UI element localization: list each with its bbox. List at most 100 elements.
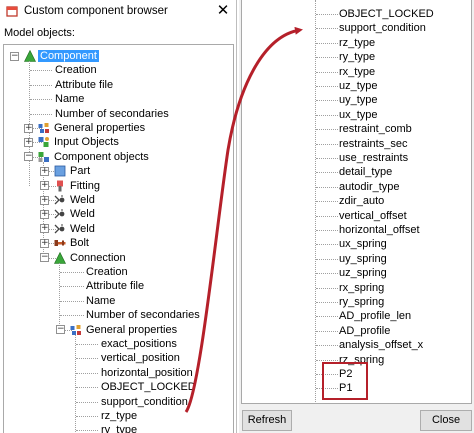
property-list-item[interactable]: rz_type — [339, 36, 375, 50]
expand-node-button[interactable]: + — [40, 224, 49, 234]
tree-node-general-properties[interactable]: General properties — [52, 121, 147, 135]
tree-node-property[interactable]: exact_positions — [99, 337, 179, 351]
property-list-item[interactable]: horizontal_offset — [339, 223, 420, 237]
close-button[interactable]: Close — [420, 410, 472, 431]
expand-node-button[interactable]: + — [24, 137, 33, 147]
tree-node-property[interactable]: vertical_position — [99, 351, 182, 365]
tree-node-leaf[interactable]: Name — [53, 92, 86, 106]
weld-icon — [54, 209, 65, 219]
tree-node-leaf[interactable]: Number of secondaries — [84, 308, 202, 322]
expand-node-button[interactable]: + — [24, 123, 33, 133]
property-list-item[interactable]: autodir_type — [339, 180, 400, 194]
tree-node-property[interactable]: support_condition — [99, 395, 190, 409]
tree-node-object[interactable]: Weld — [68, 207, 97, 221]
property-list-item[interactable]: vertical_offset — [339, 209, 407, 223]
tree-guide-line — [30, 113, 52, 115]
weld-icon — [54, 195, 65, 205]
tree-node-label: exact_positions — [101, 338, 177, 350]
tree-guide-line — [316, 172, 338, 174]
property-list-item[interactable]: uy_type — [339, 93, 378, 107]
property-list-item[interactable]: detail_type — [339, 165, 392, 179]
property-list-item[interactable]: ry_type — [339, 50, 375, 64]
tree-guide-line — [60, 286, 84, 288]
expand-node-button[interactable]: + — [40, 166, 49, 176]
bolt-icon — [54, 240, 66, 247]
tree-node-label: ry_type — [101, 424, 138, 433]
tree-guide-line — [316, 86, 338, 87]
tree-node-leaf[interactable]: Creation — [84, 265, 130, 279]
property-list-item[interactable]: rx_spring — [339, 281, 384, 295]
tree-node-label: Name — [55, 93, 85, 106]
collapse-node-button[interactable]: − — [40, 253, 49, 263]
model-objects-label: Model objects: — [4, 27, 75, 39]
tree-guide-line — [316, 302, 338, 303]
tree-guide-line — [316, 273, 338, 275]
component-objects-icon — [38, 151, 49, 162]
collapse-node-button[interactable]: − — [56, 325, 65, 335]
tree-node-component[interactable]: Component — [38, 49, 99, 63]
tree-node-input-objects[interactable]: Input Objects — [52, 135, 121, 149]
tree-node-label: Attribute file — [55, 78, 114, 91]
tree-node-property[interactable]: horizontal_position — [99, 366, 195, 380]
property-list-item[interactable]: ry_spring — [339, 295, 384, 309]
tree-node-leaf[interactable]: Creation — [53, 63, 99, 77]
tree-guide-line — [30, 99, 52, 101]
expand-node-button[interactable]: + — [40, 181, 49, 191]
tree-node-object[interactable]: Weld — [68, 222, 97, 236]
property-list-item[interactable]: OBJECT_LOCKED — [339, 7, 434, 21]
tree-guide-line — [316, 230, 338, 231]
tree-node-label: Part — [70, 165, 91, 178]
tree-node-leaf[interactable]: Attribute file — [84, 279, 146, 293]
tree-node-object[interactable]: Weld — [68, 193, 97, 207]
property-list[interactable]: OBJECT_LOCKED support_condition rz_type ry_… — [241, 0, 472, 404]
property-list-item[interactable]: restraints_sec — [339, 137, 407, 151]
tree-guide-line — [316, 215, 338, 217]
property-list-item[interactable]: AD_profile_len — [339, 309, 411, 323]
window-close-button[interactable]: ✕ — [215, 2, 231, 20]
tree-guide-line — [316, 244, 338, 246]
tree-node-leaf[interactable]: Number of secondaries — [53, 107, 171, 121]
tree-node-leaf[interactable]: Name — [84, 294, 117, 308]
tree-guide-line — [76, 430, 98, 432]
property-list-item[interactable]: uz_spring — [339, 266, 387, 280]
property-list-item[interactable]: ux_spring — [339, 237, 387, 251]
tree-guide-line — [316, 143, 338, 145]
collapse-node-button[interactable]: − — [24, 152, 33, 162]
expand-node-button[interactable]: + — [40, 195, 49, 205]
property-list-item[interactable]: restraint_comb — [339, 122, 412, 136]
expand-node-button[interactable]: + — [40, 209, 49, 219]
tree-guide-line — [316, 14, 338, 15]
collapse-node-button[interactable]: − — [10, 51, 19, 61]
tree-node-label: General properties — [54, 122, 146, 134]
tree-node-property[interactable]: ry_type — [99, 423, 139, 433]
property-list-item[interactable]: support_condition — [339, 21, 426, 35]
property-list-item[interactable]: analysis_offset_x — [339, 338, 423, 352]
tree-node-object[interactable]: Part — [68, 164, 92, 178]
tree-guide-line — [60, 315, 84, 317]
tree-guide-line — [76, 401, 98, 403]
tree-node-label: Component — [38, 50, 99, 62]
component-icon — [54, 251, 66, 264]
tree-node-object[interactable]: Fitting — [68, 179, 102, 193]
property-list-item[interactable]: rx_type — [339, 65, 375, 79]
tree-node-object[interactable]: Bolt — [68, 236, 91, 250]
tree-node-leaf[interactable]: Attribute file — [53, 78, 115, 92]
property-list-item[interactable]: ux_type — [339, 108, 378, 122]
refresh-button[interactable]: Refresh — [242, 410, 292, 431]
tree-guide-line — [316, 57, 338, 59]
tree-guide-line — [316, 158, 338, 159]
model-objects-tree[interactable]: − Component Creation Attribute file Name Numb… — [3, 44, 234, 433]
property-list-item[interactable]: AD_profile — [339, 324, 390, 338]
expand-node-button[interactable]: + — [40, 238, 49, 248]
property-list-item[interactable]: uy_spring — [339, 252, 387, 266]
tree-node-property[interactable]: rz_type — [99, 409, 139, 423]
tree-node-property[interactable]: OBJECT_LOCKED — [99, 380, 198, 394]
tree-node-connection-general-properties[interactable]: General properties — [84, 323, 179, 337]
property-list-item[interactable]: uz_type — [339, 79, 378, 93]
tree-guide-line — [30, 70, 52, 72]
tree-node-connection[interactable]: Connection — [68, 251, 128, 265]
property-list-item[interactable]: use_restraints — [339, 151, 408, 165]
tree-node-component-objects[interactable]: Component objects — [52, 150, 151, 164]
tree-guide-line — [316, 129, 338, 131]
property-list-item[interactable]: zdir_auto — [339, 194, 384, 208]
